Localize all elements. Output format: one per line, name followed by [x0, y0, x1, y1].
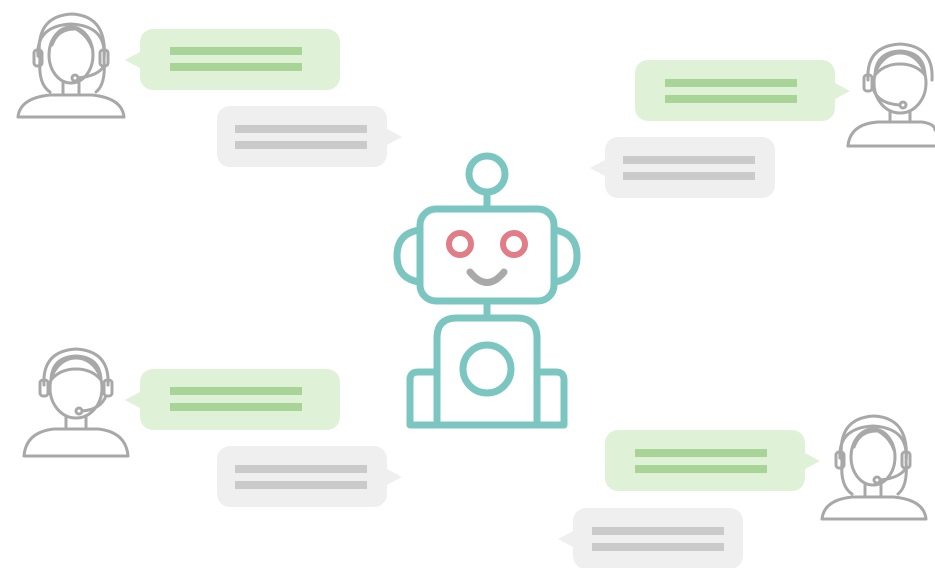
- robot-left-arm: [406, 368, 441, 429]
- message-line: [592, 527, 724, 535]
- robot-head: [416, 205, 558, 305]
- male-headset-agent-icon: [846, 42, 935, 148]
- bot-reply-bubble: [217, 446, 402, 507]
- message-line: [665, 95, 797, 103]
- robot-right-eye: [500, 230, 528, 258]
- robot-antenna-ball: [465, 152, 509, 196]
- bot-reply-bubble: [558, 508, 743, 568]
- robot-icon: [393, 152, 581, 429]
- message-line: [635, 449, 767, 457]
- message-line: [235, 481, 367, 489]
- conversation-top-left: [16, 12, 402, 167]
- message-line: [170, 403, 302, 411]
- robot-body: [433, 314, 541, 429]
- message-line: [592, 543, 724, 551]
- diagram-canvas: [16, 12, 935, 568]
- conversation-bottom-left: [22, 347, 402, 507]
- message-line: [170, 47, 302, 55]
- agent-chat-bubble: [635, 60, 850, 121]
- message-line: [170, 63, 302, 71]
- agent-chat-bubble: [125, 369, 340, 430]
- message-line: [635, 465, 767, 473]
- message-line: [665, 79, 797, 87]
- chatbot-diagram: [0, 0, 935, 568]
- female-headset-agent-icon: [820, 414, 928, 521]
- robot-left-eye: [446, 230, 474, 258]
- bot-reply-bubble: [217, 106, 402, 167]
- message-line: [235, 141, 367, 149]
- bot-reply-bubble: [590, 137, 775, 198]
- agent-chat-bubble: [125, 29, 340, 90]
- message-line: [235, 125, 367, 133]
- robot-mouth: [466, 268, 508, 286]
- message-line: [170, 387, 302, 395]
- agent-chat-bubble: [605, 430, 820, 491]
- female-headset-agent-icon: [16, 12, 126, 119]
- robot-right-arm: [533, 368, 568, 429]
- message-line: [623, 172, 755, 180]
- message-line: [235, 465, 367, 473]
- message-line: [623, 156, 755, 164]
- conversation-top-right: [590, 42, 935, 198]
- male-headset-agent-icon: [22, 347, 130, 458]
- robot-chest-circle: [459, 341, 515, 397]
- conversation-bottom-right: [558, 414, 928, 568]
